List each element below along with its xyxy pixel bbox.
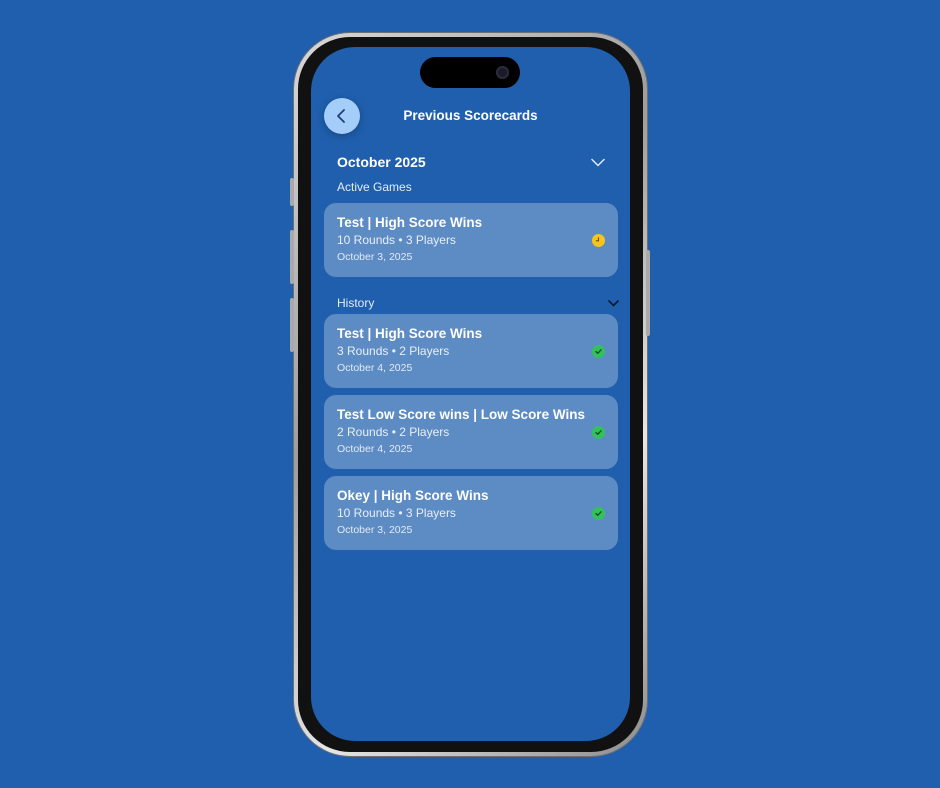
game-title: Test | High Score Wins	[337, 326, 483, 341]
game-meta: 10 Rounds • 3 Players	[337, 233, 456, 247]
volume-up-button	[290, 230, 294, 284]
history-label: History	[337, 296, 375, 310]
checkmark-icon	[592, 426, 605, 439]
clock-icon	[592, 234, 605, 247]
game-meta: 2 Rounds • 2 Players	[337, 425, 450, 439]
game-date: October 4, 2025	[337, 443, 413, 455]
chevron-down-icon[interactable]	[608, 299, 619, 307]
game-date: October 4, 2025	[337, 362, 413, 374]
game-title: Okey | High Score Wins	[337, 488, 489, 503]
history-game-card[interactable]: Test | High Score Wins 3 Rounds • 2 Play…	[324, 314, 618, 388]
power-button	[646, 250, 650, 336]
history-game-card[interactable]: Okey | High Score Wins 10 Rounds • 3 Pla…	[324, 476, 618, 550]
dynamic-island	[420, 57, 520, 88]
history-game-card[interactable]: Test Low Score wins | Low Score Wins 2 R…	[324, 395, 618, 469]
camera-icon	[496, 66, 509, 79]
chevron-down-icon[interactable]	[591, 158, 605, 167]
active-game-card[interactable]: Test | High Score Wins 10 Rounds • 3 Pla…	[324, 203, 618, 277]
page-title: Previous Scorecards	[403, 108, 538, 123]
checkmark-icon	[592, 507, 605, 520]
checkmark-icon	[592, 345, 605, 358]
app-screen: Previous Scorecards October 2025 Active …	[311, 47, 630, 741]
game-meta: 10 Rounds • 3 Players	[337, 506, 456, 520]
history-section-header[interactable]: History	[337, 296, 619, 310]
game-meta: 3 Rounds • 2 Players	[337, 344, 450, 358]
action-button	[290, 178, 294, 206]
month-label: October 2025	[337, 154, 426, 170]
volume-down-button	[290, 298, 294, 352]
month-section-header[interactable]: October 2025	[337, 154, 605, 170]
game-date: October 3, 2025	[337, 251, 413, 263]
game-title: Test Low Score wins | Low Score Wins	[337, 407, 585, 422]
active-games-label: Active Games	[337, 180, 412, 194]
game-date: October 3, 2025	[337, 524, 413, 536]
game-title: Test | High Score Wins	[337, 215, 483, 230]
